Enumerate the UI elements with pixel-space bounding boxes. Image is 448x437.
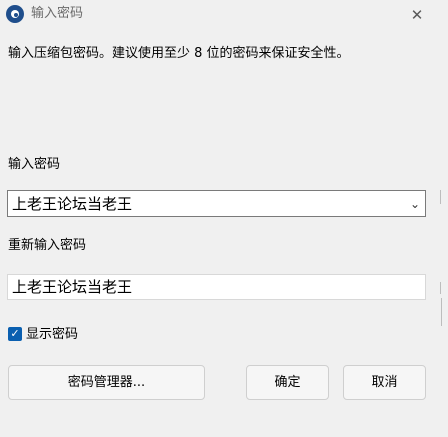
cancel-button[interactable]: 取消: [343, 365, 426, 400]
password-manager-button[interactable]: 密码管理器...: [8, 365, 205, 400]
chevron-down-icon[interactable]: ⌄: [409, 194, 421, 214]
password-value[interactable]: 上老王论坛当老王: [12, 194, 132, 214]
window-title: 输入密码: [31, 6, 84, 21]
background-edge: [440, 190, 441, 204]
show-password-checkbox[interactable]: ✓: [8, 327, 22, 341]
confirm-password-field[interactable]: 上老王论坛当老王: [7, 274, 426, 300]
close-button[interactable]: ✕: [402, 1, 432, 29]
background-edge: [440, 282, 441, 294]
password-dialog: 输入密码 ✕ 输入压缩包密码。建议使用至少 8 位的密码来保证安全性。 输入密码…: [0, 0, 434, 437]
show-password-label[interactable]: 显示密码: [26, 326, 78, 344]
confirm-password-label: 重新输入密码: [8, 238, 87, 253]
password-label: 输入密码: [8, 157, 61, 172]
archive-app-icon: [6, 5, 24, 23]
confirm-password-value[interactable]: 上老王论坛当老王: [12, 277, 132, 297]
ok-button[interactable]: 确定: [246, 365, 329, 400]
password-combobox[interactable]: 上老王论坛当老王 ⌄: [7, 190, 426, 217]
background-edge: [441, 298, 442, 326]
description-text: 输入压缩包密码。建议使用至少 8 位的密码来保证安全性。: [8, 46, 350, 61]
title-bar: 输入密码 ✕: [0, 0, 434, 32]
